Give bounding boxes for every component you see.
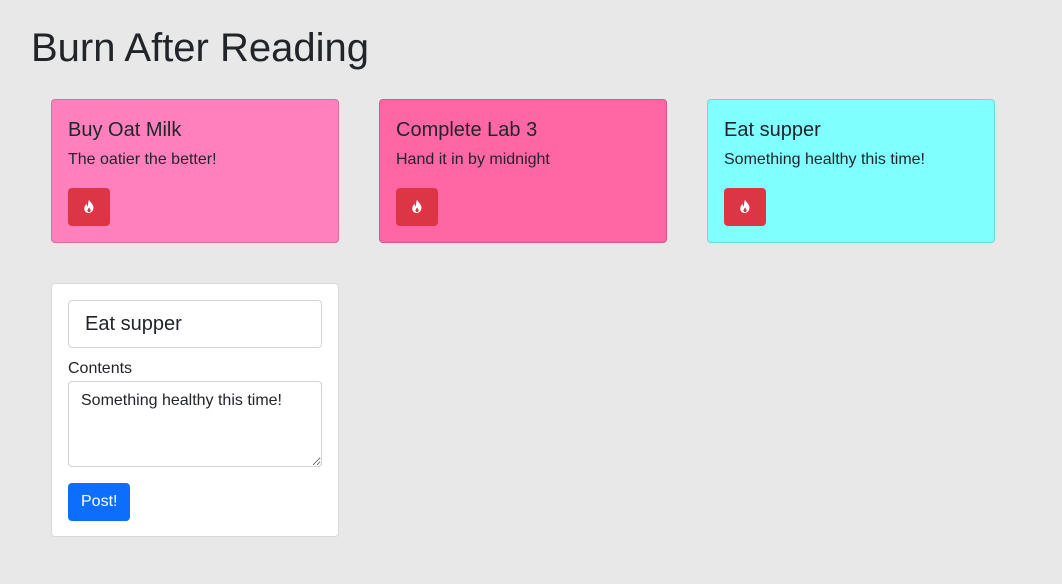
fire-icon	[740, 199, 750, 214]
burn-button[interactable]	[396, 188, 438, 226]
note-card: Buy Oat Milk The oatier the better!	[51, 99, 339, 243]
burn-button[interactable]	[724, 188, 766, 226]
note-card: Eat supper Something healthy this time!	[707, 99, 995, 243]
fire-icon	[412, 199, 422, 214]
note-title: Buy Oat Milk	[68, 119, 182, 141]
contents-textarea[interactable]: Something healthy this time!	[68, 381, 322, 467]
burn-button[interactable]	[68, 188, 110, 226]
page-title: Burn After Reading	[31, 26, 369, 70]
note-title: Eat supper	[724, 119, 821, 141]
note-card: Complete Lab 3 Hand it in by midnight	[379, 99, 667, 243]
note-body: Hand it in by midnight	[396, 151, 550, 168]
note-body: Something healthy this time!	[724, 151, 925, 168]
note-title: Complete Lab 3	[396, 119, 538, 141]
note-title-input[interactable]	[68, 300, 322, 348]
contents-label: Contents	[68, 360, 133, 377]
note-body: The oatier the better!	[68, 151, 217, 168]
notes-list: Buy Oat Milk The oatier the better! Comp…	[51, 99, 995, 243]
post-button[interactable]: Post!	[68, 483, 131, 521]
fire-icon	[84, 199, 94, 214]
new-note-form: Contents Something healthy this time! Po…	[51, 283, 339, 537]
